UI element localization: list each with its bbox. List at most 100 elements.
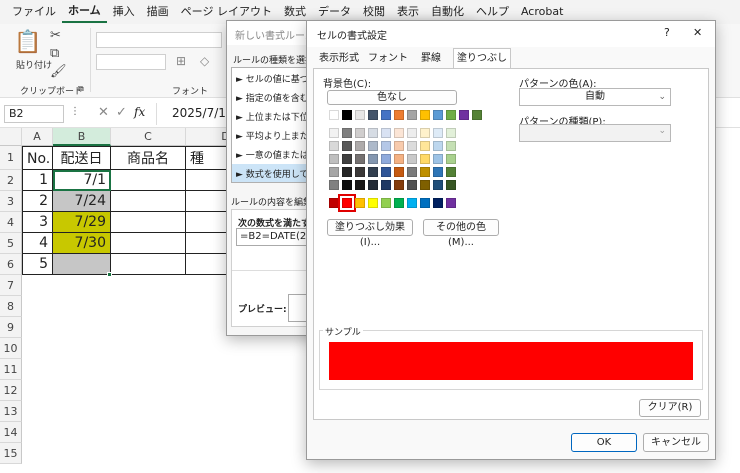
product-cell[interactable]	[111, 233, 186, 254]
tab-fill[interactable]: 塗りつぶし	[453, 48, 511, 69]
row-header[interactable]: 14	[0, 422, 22, 443]
row-header[interactable]: 10	[0, 338, 22, 359]
pattern-color-dropdown[interactable]: 自動 ⌄	[519, 88, 671, 106]
no-cell[interactable]: 3	[22, 212, 53, 233]
pattern-type-dropdown[interactable]: ⌄	[519, 124, 671, 142]
standard-color-swatch[interactable]	[446, 198, 456, 208]
theme-shade-swatch[interactable]	[446, 180, 456, 190]
close-icon[interactable]: ✕	[693, 26, 702, 39]
theme-color-swatch[interactable]	[433, 110, 443, 120]
theme-shade-swatch[interactable]	[381, 167, 391, 177]
date-cell[interactable]: 7/29	[53, 212, 111, 233]
row-header[interactable]: 11	[0, 359, 22, 380]
theme-shade-swatch[interactable]	[433, 167, 443, 177]
menu-item[interactable]: 挿入	[107, 0, 141, 24]
menu-item[interactable]: ホーム	[62, 1, 107, 23]
theme-shade-swatch[interactable]	[342, 128, 352, 138]
standard-color-swatch[interactable]	[420, 198, 430, 208]
standard-color-swatch[interactable]	[381, 198, 391, 208]
row-header[interactable]: 12	[0, 380, 22, 401]
theme-shade-swatch[interactable]	[394, 141, 404, 151]
theme-shade-swatch[interactable]	[407, 141, 417, 151]
name-box[interactable]: B2	[4, 105, 64, 123]
theme-shade-swatch[interactable]	[355, 128, 365, 138]
borders-icon[interactable]: ⊞	[176, 54, 186, 68]
theme-shade-swatch[interactable]	[394, 154, 404, 164]
rule-type-item[interactable]: ► 上位または下位	[236, 110, 309, 123]
fill-color-icon[interactable]: ◇	[200, 54, 209, 68]
row-header[interactable]: 15	[0, 443, 22, 464]
tab-font[interactable]: フォント	[365, 49, 411, 68]
header-cell-date[interactable]: 配送日	[53, 146, 111, 170]
row-header[interactable]: 4	[0, 212, 22, 233]
theme-shade-swatch[interactable]	[420, 180, 430, 190]
font-style-box[interactable]	[96, 54, 166, 70]
theme-color-swatch[interactable]	[472, 110, 482, 120]
theme-shade-swatch[interactable]	[420, 154, 430, 164]
row-header[interactable]: 3	[0, 191, 22, 212]
theme-shade-swatch[interactable]	[329, 180, 339, 190]
date-cell[interactable]	[53, 254, 111, 275]
select-all-corner[interactable]	[0, 128, 22, 146]
cut-icon[interactable]: ✂	[50, 28, 61, 43]
theme-color-swatch[interactable]	[394, 110, 404, 120]
theme-shade-swatch[interactable]	[407, 167, 417, 177]
theme-color-swatch[interactable]	[459, 110, 469, 120]
row-header[interactable]: 13	[0, 401, 22, 422]
theme-shade-swatch[interactable]	[433, 154, 443, 164]
fx-icon[interactable]: fx	[134, 105, 145, 119]
row-header[interactable]: 9	[0, 317, 22, 338]
theme-color-swatch[interactable]	[381, 110, 391, 120]
no-cell[interactable]: 4	[22, 233, 53, 254]
theme-shade-swatch[interactable]	[329, 154, 339, 164]
theme-shade-swatch[interactable]	[355, 141, 365, 151]
header-cell-product[interactable]: 商品名	[111, 146, 186, 170]
theme-shade-swatch[interactable]	[355, 180, 365, 190]
theme-color-swatch[interactable]	[407, 110, 417, 120]
theme-shade-swatch[interactable]	[355, 154, 365, 164]
rule-type-item[interactable]: ► 数式を使用して、	[236, 167, 317, 180]
standard-color-swatch[interactable]	[407, 198, 417, 208]
no-color-button[interactable]: 色なし	[327, 90, 457, 105]
theme-shade-swatch[interactable]	[342, 180, 352, 190]
menu-item[interactable]: ファイル	[6, 0, 62, 24]
cancel-button[interactable]: キャンセル	[643, 433, 709, 452]
theme-shade-swatch[interactable]	[433, 141, 443, 151]
name-box-dropdown-icon[interactable]: ⋮	[70, 106, 80, 117]
theme-shade-swatch[interactable]	[433, 128, 443, 138]
theme-shade-swatch[interactable]	[446, 167, 456, 177]
paste-label[interactable]: 貼り付け	[16, 58, 52, 71]
clipboard-launcher-icon[interactable]: ⧉	[78, 84, 84, 94]
theme-shade-swatch[interactable]	[420, 128, 430, 138]
theme-shade-swatch[interactable]	[368, 180, 378, 190]
theme-shade-swatch[interactable]	[329, 167, 339, 177]
ok-button[interactable]: OK	[571, 433, 637, 452]
theme-shade-swatch[interactable]	[446, 128, 456, 138]
theme-shade-swatch[interactable]	[446, 154, 456, 164]
format-painter-icon[interactable]: 🖌	[50, 64, 67, 79]
theme-shade-swatch[interactable]	[420, 141, 430, 151]
theme-shade-swatch[interactable]	[381, 180, 391, 190]
menu-item[interactable]: 描画	[141, 0, 175, 24]
theme-shade-swatch[interactable]	[446, 141, 456, 151]
theme-shade-swatch[interactable]	[355, 167, 365, 177]
product-cell[interactable]	[111, 212, 186, 233]
no-cell[interactable]: 5	[22, 254, 53, 275]
product-cell[interactable]	[111, 254, 186, 275]
theme-shade-swatch[interactable]	[407, 180, 417, 190]
theme-shade-swatch[interactable]	[342, 154, 352, 164]
row-header[interactable]: 2	[0, 170, 22, 191]
theme-shade-swatch[interactable]	[394, 128, 404, 138]
no-cell[interactable]: 2	[22, 191, 53, 212]
theme-shade-swatch[interactable]	[381, 128, 391, 138]
clear-button[interactable]: クリア(R)	[639, 399, 701, 417]
cancel-icon[interactable]: ✕	[98, 105, 109, 120]
theme-shade-swatch[interactable]	[329, 128, 339, 138]
theme-shade-swatch[interactable]	[342, 141, 352, 151]
theme-color-swatch[interactable]	[342, 110, 352, 120]
theme-shade-swatch[interactable]	[394, 167, 404, 177]
fill-effects-button[interactable]: 塗りつぶし効果(I)...	[327, 219, 413, 248]
standard-color-swatch[interactable]	[329, 198, 339, 208]
column-header-c[interactable]: C	[111, 128, 186, 146]
theme-color-swatch[interactable]	[355, 110, 365, 120]
